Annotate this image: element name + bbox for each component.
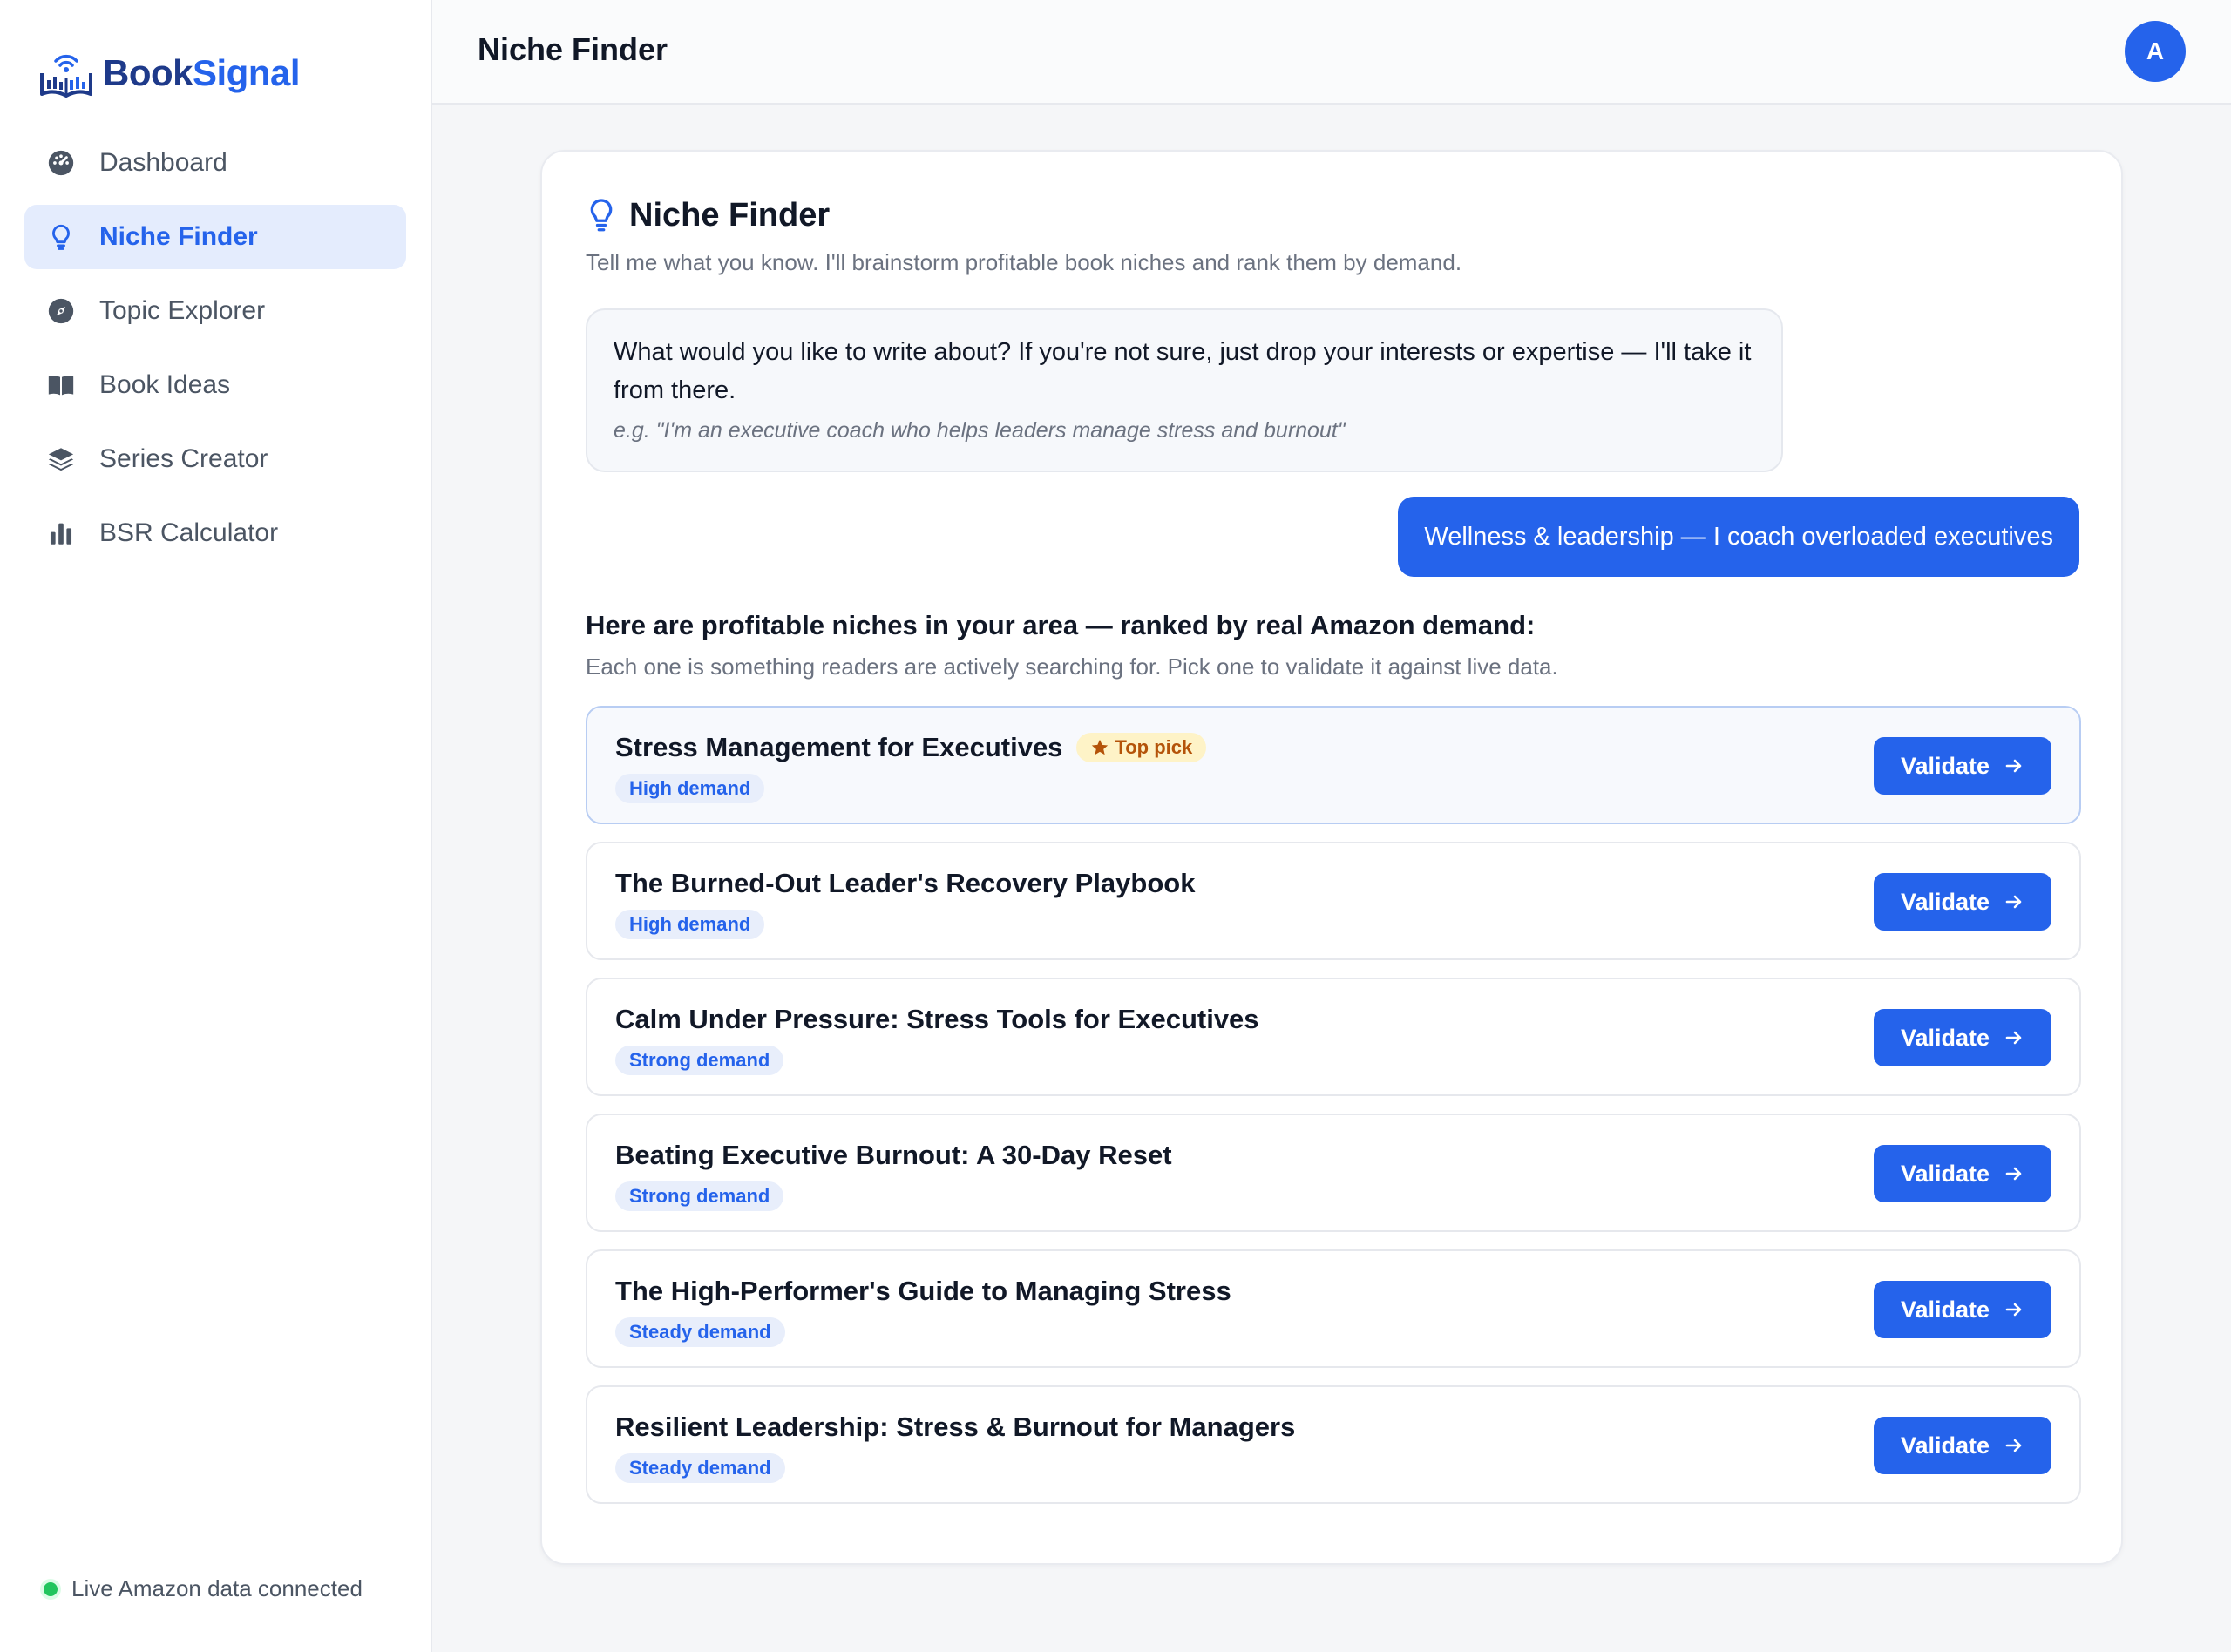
connection-status: Live Amazon data connected xyxy=(44,1575,363,1602)
niche-row[interactable]: The Burned-Out Leader's Recovery Playboo… xyxy=(586,842,2081,960)
validate-button[interactable]: Validate xyxy=(1874,1281,2051,1338)
sidebar-item-label: BSR Calculator xyxy=(99,518,279,547)
niche-row[interactable]: Beating Executive Burnout: A 30-Day Rese… xyxy=(586,1114,2081,1232)
niche-finder-card: Niche Finder Tell me what you know. I'll… xyxy=(540,150,2123,1565)
assistant-example-text: e.g. "I'm an executive coach who helps l… xyxy=(614,418,1346,443)
validate-button[interactable]: Validate xyxy=(1874,873,2051,931)
demand-badge: Steady demand xyxy=(615,1317,785,1347)
validate-button[interactable]: Validate xyxy=(1874,737,2051,795)
niche-row[interactable]: Stress Management for Executives Top pic… xyxy=(586,706,2081,824)
sidebar-item-label: Topic Explorer xyxy=(99,296,266,325)
arrow-right-icon xyxy=(2005,1167,2022,1181)
bar-chart-icon xyxy=(45,518,77,549)
niche-title-text: Calm Under Pressure: Stress Tools for Ex… xyxy=(615,1004,1259,1034)
top-pick-badge: Top pick xyxy=(1076,733,1207,762)
demand-badge: Strong demand xyxy=(615,1046,784,1075)
niche-row[interactable]: Calm Under Pressure: Stress Tools for Ex… xyxy=(586,978,2081,1096)
validate-button[interactable]: Validate xyxy=(1874,1417,2051,1474)
gauge-icon xyxy=(45,147,77,179)
arrow-right-icon xyxy=(2005,759,2022,773)
demand-badge: High demand xyxy=(615,910,765,939)
sidebar-nav: Dashboard Niche Finder Topic Explorer Bo… xyxy=(24,131,406,575)
validate-label: Validate xyxy=(1900,752,1990,779)
results-heading: Here are profitable niches in your area … xyxy=(586,610,1536,640)
sidebar-item-bsr-calculator[interactable]: BSR Calculator xyxy=(24,501,406,565)
layers-icon xyxy=(45,443,77,475)
assistant-message: What would you like to write about? If y… xyxy=(586,308,1783,472)
niche-title-text: The High-Performer's Guide to Managing S… xyxy=(615,1276,1231,1306)
lightbulb-icon xyxy=(45,221,77,253)
user-message: Wellness & leadership — I coach overload… xyxy=(1398,497,2079,577)
validate-label: Validate xyxy=(1900,1160,1990,1187)
arrow-right-icon xyxy=(2005,1303,2022,1317)
niche-title: Stress Management for Executives Top pic… xyxy=(615,732,1207,763)
niche-title-text: Stress Management for Executives xyxy=(615,732,1063,762)
connection-status-label: Live Amazon data connected xyxy=(71,1575,363,1601)
validate-label: Validate xyxy=(1900,1024,1990,1051)
brand-name-part2: Signal xyxy=(193,52,301,93)
arrow-right-icon xyxy=(2005,1031,2022,1045)
arrow-right-icon xyxy=(2005,1439,2022,1452)
sidebar-item-book-ideas[interactable]: Book Ideas xyxy=(24,353,406,417)
niche-title: The Burned-Out Leader's Recovery Playboo… xyxy=(615,868,1195,899)
sidebar-item-series-creator[interactable]: Series Creator xyxy=(24,427,406,491)
sidebar-item-label: Book Ideas xyxy=(99,370,231,399)
brand-name: BookSignal xyxy=(103,52,301,94)
star-icon xyxy=(1092,739,1109,755)
validate-label: Validate xyxy=(1900,1296,1990,1323)
avatar[interactable]: A xyxy=(2125,21,2186,82)
top-header: Niche Finder A xyxy=(432,0,2231,105)
brand-logo[interactable]: BookSignal xyxy=(37,38,301,108)
top-pick-label: Top pick xyxy=(1115,736,1193,758)
card-title: Niche Finder xyxy=(586,197,830,234)
sidebar-item-niche-finder[interactable]: Niche Finder xyxy=(24,205,406,269)
card-title-text: Niche Finder xyxy=(629,197,831,234)
assistant-message-text: What would you like to write about? If y… xyxy=(614,338,1752,404)
niche-title: Beating Executive Burnout: A 30-Day Rese… xyxy=(615,1140,1172,1171)
open-book-icon xyxy=(45,369,77,401)
demand-badge: Steady demand xyxy=(615,1453,785,1483)
niche-title: Resilient Leadership: Stress & Burnout f… xyxy=(615,1412,1295,1443)
page-title: Niche Finder xyxy=(478,31,668,67)
niche-list: Stress Management for Executives Top pic… xyxy=(586,706,2081,1521)
niche-title: The High-Performer's Guide to Managing S… xyxy=(615,1276,1231,1307)
brand-name-part1: Book xyxy=(103,52,193,93)
book-signal-logo-icon xyxy=(40,54,92,98)
niche-row[interactable]: Resilient Leadership: Stress & Burnout f… xyxy=(586,1385,2081,1504)
niche-title: Calm Under Pressure: Stress Tools for Ex… xyxy=(615,1004,1259,1035)
sidebar-item-label: Niche Finder xyxy=(99,222,258,251)
sidebar: BookSignal Dashboard Niche Finder Topic … xyxy=(0,0,432,1652)
sidebar-item-topic-explorer[interactable]: Topic Explorer xyxy=(24,279,406,343)
sidebar-item-dashboard[interactable]: Dashboard xyxy=(24,131,406,195)
validate-label: Validate xyxy=(1900,1432,1990,1459)
lightbulb-icon xyxy=(590,198,613,231)
niche-title-text: The Burned-Out Leader's Recovery Playboo… xyxy=(615,868,1196,898)
card-subtitle: Tell me what you know. I'll brainstorm p… xyxy=(586,249,1462,275)
niche-title-text: Resilient Leadership: Stress & Burnout f… xyxy=(615,1412,1296,1442)
niche-row[interactable]: The High-Performer's Guide to Managing S… xyxy=(586,1249,2081,1368)
arrow-right-icon xyxy=(2005,895,2022,909)
compass-icon xyxy=(45,295,77,327)
validate-button[interactable]: Validate xyxy=(1874,1145,2051,1202)
status-dot-icon xyxy=(44,1581,58,1596)
demand-badge: High demand xyxy=(615,774,765,803)
sidebar-item-label: Dashboard xyxy=(99,148,227,177)
sidebar-item-label: Series Creator xyxy=(99,444,268,473)
validate-button[interactable]: Validate xyxy=(1874,1009,2051,1066)
results-subheading: Each one is something readers are active… xyxy=(586,653,1558,680)
niche-title-text: Beating Executive Burnout: A 30-Day Rese… xyxy=(615,1140,1172,1170)
demand-badge: Strong demand xyxy=(615,1181,784,1211)
validate-label: Validate xyxy=(1900,888,1990,915)
